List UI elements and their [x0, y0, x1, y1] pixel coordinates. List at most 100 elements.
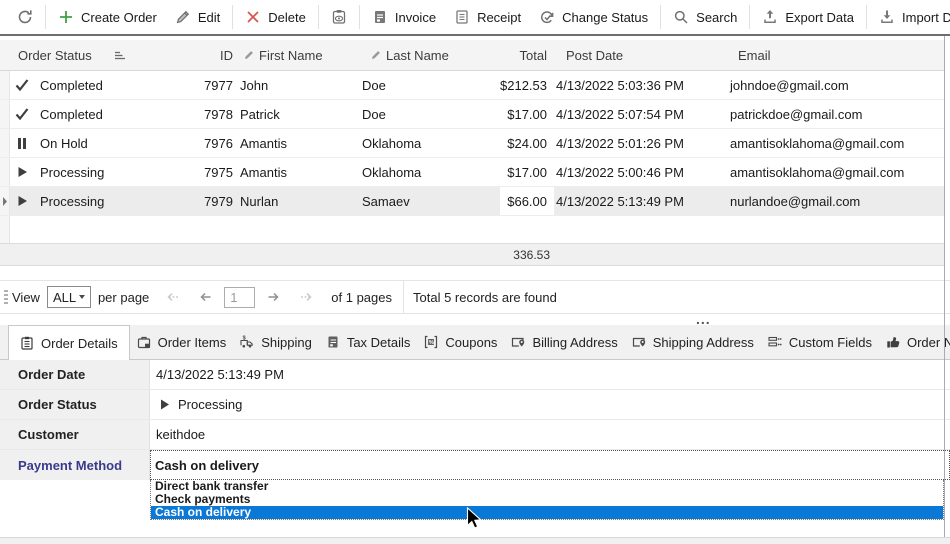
table-row[interactable]: Completed 7978 Patrick Doe $17.00 4/13/2… [0, 100, 944, 129]
column-header-order-status[interactable]: Order Status [0, 40, 200, 70]
cell-first-name[interactable]: John [238, 71, 358, 99]
cell-email[interactable]: amantisoklahoma@gmail.com [727, 158, 944, 186]
tab-order-details[interactable]: Order Details [8, 325, 130, 360]
dropdown-option[interactable]: Check payments [151, 493, 943, 506]
order-date-value[interactable]: 4/13/2022 5:13:49 PM [150, 360, 950, 389]
cell-email[interactable]: patrickdoe@gmail.com [727, 100, 944, 128]
tab-order-items[interactable]: Order Items [130, 325, 234, 359]
cell-total[interactable]: $17.00 [500, 158, 554, 186]
dropdown-option[interactable]: Direct bank transfer [151, 480, 943, 493]
cell-id[interactable]: 7976 [200, 129, 238, 157]
cell-first-name[interactable]: Patrick [238, 100, 358, 128]
table-row-selected[interactable]: Processing 7979 Nurlan Samaev $66.00 4/1… [0, 187, 944, 216]
page-size-combo[interactable]: ALL [46, 286, 91, 308]
cell-order-status[interactable]: On Hold [10, 129, 200, 157]
cell-last-name[interactable]: Oklahoma [358, 129, 500, 157]
column-header-post-date[interactable]: Post Date [554, 40, 727, 70]
preview-orders-button[interactable] [322, 3, 356, 31]
tab-shipping-address[interactable]: Shipping Address [625, 325, 761, 359]
dropdown-option-selected[interactable]: Cash on delivery [151, 506, 943, 519]
cell-order-status[interactable]: Completed [10, 71, 200, 99]
previous-page-button[interactable] [198, 290, 213, 304]
first-page-button[interactable] [165, 290, 180, 304]
cell-first-name[interactable]: Amantis [238, 158, 358, 186]
tab-coupons[interactable]: % Coupons [417, 325, 504, 359]
pause-icon [13, 137, 31, 149]
next-page-button[interactable] [266, 290, 281, 304]
cell-post-date[interactable]: 4/13/2022 5:01:26 PM [554, 129, 727, 157]
cell-order-status[interactable]: Processing [10, 187, 200, 215]
cell-post-date[interactable]: 4/13/2022 5:07:54 PM [554, 100, 727, 128]
search-button[interactable]: Search [664, 3, 746, 31]
column-header-total[interactable]: Total [500, 40, 554, 70]
import-icon [881, 10, 893, 24]
cell-id[interactable]: 7977 [200, 71, 238, 99]
cell-last-name[interactable]: Doe [358, 100, 500, 128]
payment-method-combo[interactable]: Cash on delivery [150, 450, 950, 480]
cell-first-name[interactable]: Nurlan [238, 187, 358, 215]
panel-splitter[interactable]: ... [0, 311, 950, 327]
receipt-button[interactable]: Receipt [445, 3, 530, 31]
sort-ascending-icon [114, 51, 125, 59]
cell-email[interactable]: amantisoklahoma@gmail.com [727, 129, 944, 157]
tab-billing-address[interactable]: Billing Address [504, 325, 624, 359]
last-page-icon [301, 292, 312, 302]
edit-button[interactable]: Edit [166, 3, 229, 31]
pager-grip[interactable] [4, 289, 8, 305]
cell-post-date[interactable]: 4/13/2022 5:03:36 PM [554, 71, 727, 99]
tab-order-notes[interactable]: Order Notes [879, 325, 950, 359]
order-status-value[interactable]: Processing [150, 390, 950, 419]
cell-last-name[interactable]: Doe [358, 71, 500, 99]
page-size-value: ALL [52, 289, 77, 305]
import-data-button[interactable]: Import Data [870, 3, 950, 31]
row-indicator [0, 100, 10, 128]
receipt-icon [456, 10, 468, 24]
cell-total[interactable]: $24.00 [500, 129, 554, 157]
cell-first-name[interactable]: Amantis [238, 129, 358, 157]
edit-label: Edit [197, 9, 221, 25]
create-order-button[interactable]: Create Order [49, 3, 166, 31]
column-header-email[interactable]: Email [727, 40, 944, 70]
cell-post-date[interactable]: 4/13/2022 5:00:46 PM [554, 158, 727, 186]
receipt-label: Receipt [477, 9, 522, 25]
cell-order-status[interactable]: Processing [10, 158, 200, 186]
tab-custom-fields[interactable]: Custom Fields [761, 325, 879, 359]
tab-tax-details[interactable]: Tax Details [319, 325, 418, 359]
cell-total[interactable]: $17.00 [500, 100, 554, 128]
cell-last-name[interactable]: Samaev [358, 187, 500, 215]
arrow-right-icon [268, 292, 279, 302]
cell-id[interactable]: 7978 [200, 100, 238, 128]
splitter-grip[interactable]: ... [696, 311, 711, 327]
export-data-button[interactable]: Export Data [753, 3, 863, 31]
last-page-button[interactable] [299, 290, 314, 304]
table-row[interactable]: On Hold 7976 Amantis Oklahoma $24.00 4/1… [0, 129, 944, 158]
column-header-last-name[interactable]: Last Name [358, 40, 500, 70]
cell-id[interactable]: 7979 [200, 187, 238, 215]
cell-id[interactable]: 7975 [200, 158, 238, 186]
cell-post-date[interactable]: 4/13/2022 5:13:49 PM [554, 187, 727, 215]
column-header-first-name[interactable]: First Name [238, 40, 358, 70]
invoice-button[interactable]: Invoice [363, 3, 445, 31]
cell-order-status[interactable]: Completed [10, 100, 200, 128]
document-icon [328, 336, 338, 348]
tab-label: Custom Fields [788, 334, 872, 350]
clipboard-list-icon [21, 336, 33, 350]
customer-input[interactable]: keithdoe [150, 420, 950, 449]
window-right-edge [944, 36, 945, 537]
pager-bar: View ALL per page 1 of 1 pages Total 5 r… [0, 280, 950, 314]
delete-button[interactable]: Delete [236, 3, 315, 31]
change-status-button[interactable]: Change Status [530, 3, 657, 31]
records-found-label: Total 5 records are found [413, 289, 557, 305]
table-row[interactable]: Completed 7977 John Doe $212.53 4/13/202… [0, 71, 944, 100]
cell-email[interactable]: johndoe@gmail.com [727, 71, 944, 99]
page-number-input[interactable] [224, 286, 256, 308]
tab-shipping[interactable]: $ Shipping [233, 325, 319, 359]
table-row[interactable]: Processing 7975 Amantis Oklahoma $17.00 … [0, 158, 944, 187]
cell-email[interactable]: nurlandoe@gmail.com [727, 187, 944, 215]
refresh-button[interactable] [8, 3, 42, 31]
cell-last-name[interactable]: Oklahoma [358, 158, 500, 186]
arrow-left-icon [200, 292, 211, 302]
column-header-id[interactable]: ID [200, 40, 238, 70]
cell-total-focused[interactable]: $66.00 [500, 187, 554, 215]
cell-total[interactable]: $212.53 [500, 71, 554, 99]
